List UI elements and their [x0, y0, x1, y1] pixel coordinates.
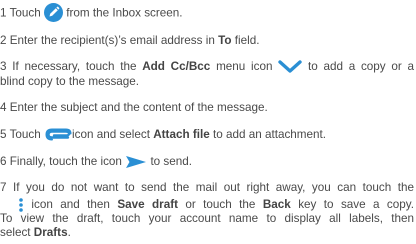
step-text: icon and then [31, 198, 110, 212]
step-number: 5 [0, 128, 7, 141]
step-7: 7 If you do not want to send the mail ou… [0, 181, 414, 195]
step-text: from the Inbox screen. [66, 6, 183, 20]
step-text: menu icon [216, 60, 273, 74]
step-text: key to save a copy. [298, 198, 415, 212]
step-6: 6 Finally, touch the icon to send. [0, 155, 192, 169]
step-text: blind copy to the message. [0, 75, 140, 88]
step-number: 3 [0, 60, 7, 74]
vertical-dots-menu-icon [18, 198, 24, 212]
key-name-back: Back [262, 198, 291, 212]
step-text: to add an attachment. [212, 128, 327, 141]
label-name-drafts: Drafts [33, 226, 68, 239]
field-name-to: To [218, 34, 232, 47]
menu-name-add-cc-bcc: Add Cc/Bcc [142, 60, 211, 74]
step-text: icon and select [72, 128, 150, 141]
step-number: 2 [0, 34, 7, 47]
step-text: field. [234, 34, 260, 47]
step-text: select [0, 226, 31, 239]
step-number: 6 [0, 155, 7, 169]
step-7-line-3: To view the draft, touch your account na… [0, 212, 414, 226]
step-text: to send. [150, 155, 193, 169]
step-7-line-4: select Drafts. [0, 226, 71, 240]
menu-name-attach-file: Attach file [153, 128, 210, 141]
step-text: or touch the [185, 198, 256, 212]
step-text: Touch [9, 6, 41, 20]
step-7-line-2: icon and then Save draft or touch the Ba… [0, 198, 414, 212]
instructions-page: 1 Touch from the Inbox screen. 2 Enter t… [0, 0, 416, 244]
step-text: Enter the recipient(s)’s email address i… [9, 34, 215, 47]
paperclip-icon [45, 128, 72, 141]
step-number: 7 [0, 181, 7, 194]
send-arrow-icon [125, 155, 147, 169]
step-4: 4 Enter the subject and the content of t… [0, 101, 268, 115]
step-3: 3 If necessary, touch the Add Cc/Bcc men… [0, 60, 414, 74]
step-text: Touch [9, 128, 41, 141]
step-5: 5 Touch icon and select Attach file to a… [0, 128, 326, 142]
step-3-continued: blind copy to the message. [0, 75, 139, 89]
step-2: 2 Enter the recipient(s)’s email address… [0, 34, 259, 48]
step-text: to add a copy or a [307, 60, 415, 74]
step-text: If necessary, touch the [12, 60, 137, 74]
step-text: Finally, touch the icon [9, 155, 122, 169]
step-number: 4 [0, 101, 7, 114]
menu-name-save-draft: Save draft [117, 198, 178, 212]
step-number: 1 [0, 6, 7, 20]
step-text: Enter the subject and the content of the… [9, 101, 268, 114]
step-text: If you do not want to send the mail out … [13, 181, 415, 194]
pencil-compose-icon [44, 3, 63, 22]
chevron-down-icon [278, 60, 302, 74]
step-1: 1 Touch from the Inbox screen. [0, 3, 183, 23]
step-text: . [67, 226, 71, 239]
step-text: To view the draft, touch your account na… [0, 212, 414, 225]
